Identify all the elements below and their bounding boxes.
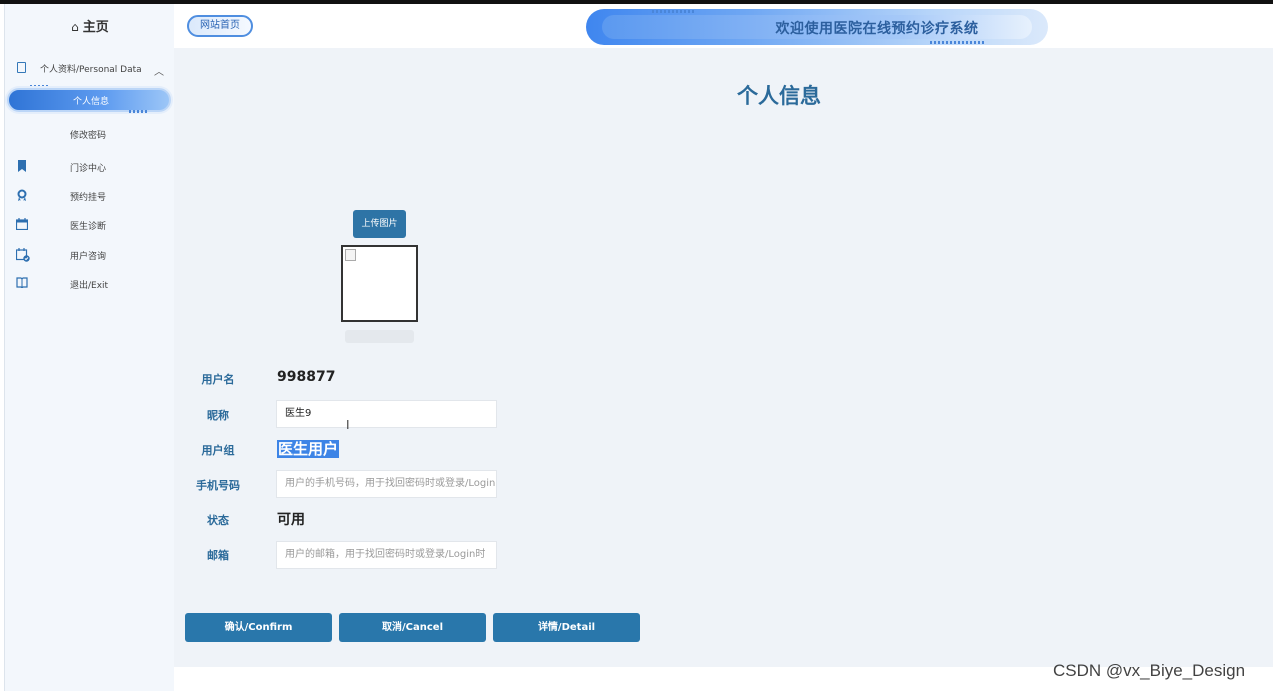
sidebar-item-label: 个人信息 (72, 97, 109, 107)
sidebar-group-personal-data[interactable]: 个人资料/Personal Data ︿ (5, 60, 175, 82)
user-group-label: 用户组 (201, 444, 235, 457)
decorative-dots (652, 10, 696, 13)
document-icon (17, 62, 26, 73)
decorative-dots (930, 41, 986, 44)
broken-image-icon (345, 249, 356, 261)
detail-button[interactable]: 详情/Detail (493, 613, 640, 642)
welcome-banner: 欢迎使用医院在线预约诊疗系统 (586, 9, 1048, 45)
username-value: 998877 (277, 369, 336, 385)
banner-title: 欢迎使用医院在线预约诊疗系统 (775, 21, 979, 37)
site-home-link[interactable]: 网站首页 (187, 15, 253, 37)
sidebar-item-clinic-center[interactable]: 门诊中心 (5, 159, 175, 177)
cancel-button[interactable]: 取消/Cancel (339, 613, 486, 642)
user-group-value: 医生用户 (277, 440, 340, 458)
sidebar-item-appointment[interactable]: 预约挂号 (5, 188, 175, 206)
sidebar-item-label: 退出/Exit (70, 281, 109, 291)
sidebar-item-change-password[interactable]: 修改密码 (70, 128, 106, 141)
avatar-image (341, 245, 418, 322)
sidebar-item-exit[interactable]: 退出/Exit (5, 276, 175, 294)
main-content: 个人信息 上传图片 用户名 998877 昵称 医生9 I 用户组 医生用户 手… (174, 48, 1273, 667)
avatar-caption (345, 330, 414, 343)
username-label: 用户名 (201, 373, 235, 386)
nickname-input[interactable]: 医生9 (276, 400, 497, 428)
sidebar-item-user-consultation[interactable]: 用户咨询 (5, 247, 175, 265)
text-cursor-icon: I (346, 418, 350, 432)
sidebar-group-label: 个人资料/Personal Data (40, 65, 142, 75)
sidebar-home[interactable]: ⌂ 主页 (5, 16, 175, 35)
status-label: 状态 (207, 514, 229, 527)
sidebar-item-label: 用户咨询 (70, 252, 107, 262)
sidebar-item-label: 医生诊断 (70, 222, 107, 232)
book-icon (16, 277, 28, 289)
chevron-up-icon: ︿ (154, 67, 164, 78)
sidebar-item-label: 门诊中心 (70, 164, 107, 174)
sidebar: ⌂ 主页 个人资料/Personal Data ︿ 个人信息 修改密码 门诊中心 … (4, 4, 174, 691)
sidebar-item-label: 预约挂号 (70, 193, 107, 203)
decorative-dots (129, 110, 149, 113)
home-icon: ⌂ (71, 20, 79, 34)
phone-label: 手机号码 (196, 479, 240, 492)
csdn-watermark: CSDN @vx_Biye_Design (1053, 661, 1246, 680)
page-title: 个人信息 (737, 84, 821, 108)
email-input[interactable]: 用户的邮箱，用于找回密码时或登录/Login时 (276, 541, 497, 569)
bookmark-icon (16, 160, 28, 172)
nickname-label: 昵称 (207, 409, 229, 422)
calendar-check-icon (15, 248, 30, 262)
confirm-button[interactable]: 确认/Confirm (185, 613, 332, 642)
phone-input[interactable]: 用户的手机号码，用于找回密码时或登录/Login时 (276, 470, 497, 498)
calendar-icon (15, 218, 29, 231)
upload-image-button[interactable]: 上传图片 (353, 210, 406, 238)
header: 网站首页 欢迎使用医院在线预约诊疗系统 (174, 4, 1273, 48)
email-label: 邮箱 (207, 549, 229, 562)
sidebar-item-doctor-diagnosis[interactable]: 医生诊断 (5, 217, 175, 235)
status-value: 可用 (277, 512, 305, 528)
sidebar-home-label: 主页 (82, 20, 109, 35)
award-icon (16, 189, 28, 201)
sidebar-item-personal-info[interactable]: 个人信息 (7, 88, 171, 112)
